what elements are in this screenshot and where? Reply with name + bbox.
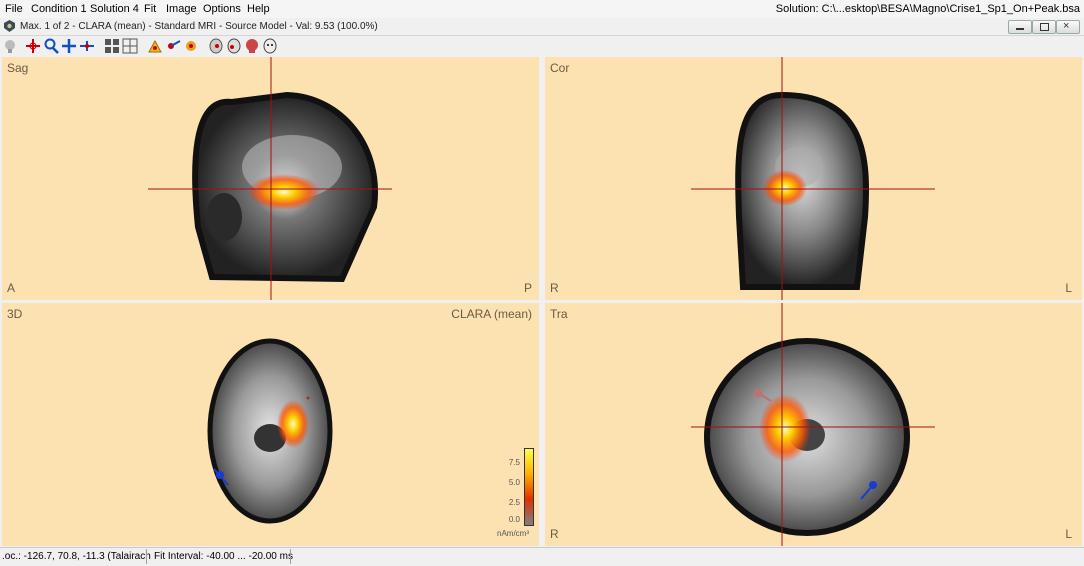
face-icon[interactable] <box>262 38 278 54</box>
status-separator <box>290 549 291 564</box>
menu-help[interactable]: Help <box>247 3 270 15</box>
fit-interval: Fit Interval: -40.00 ... -20.00 ms <box>154 551 293 562</box>
coronal-mri-image <box>691 57 935 300</box>
skull-icon[interactable] <box>244 38 260 54</box>
menu-image[interactable]: Image <box>166 3 197 15</box>
cursor-icon[interactable] <box>25 38 41 54</box>
minimize-icon <box>1016 28 1024 30</box>
toolbar <box>0 36 1084 56</box>
minimize-button[interactable] <box>1008 20 1032 34</box>
zoom-icon[interactable] <box>2 38 18 54</box>
head-icon[interactable] <box>226 38 242 54</box>
grid-icon[interactable] <box>104 38 120 54</box>
menu-solution[interactable]: Solution 4 <box>90 3 139 15</box>
coronal-view[interactable]: Cor R L <box>545 57 1082 300</box>
restore-button[interactable] <box>1032 20 1056 34</box>
colorbar-tick: 7.5 <box>508 458 520 467</box>
status-separator <box>146 549 147 564</box>
menu-bar: File Condition 1 Solution 4 Fit Image Op… <box>0 0 1084 18</box>
menu-file[interactable]: File <box>5 3 23 15</box>
window-title: Max. 1 of 2 - CLARA (mean) - Standard MR… <box>20 21 378 32</box>
window-title-bar: Max. 1 of 2 - CLARA (mean) - Standard MR… <box>0 18 1084 36</box>
solution-path: Solution: C:\...esktop\BESA\Magno\Crise1… <box>775 3 1080 15</box>
dipole-icon[interactable] <box>165 38 181 54</box>
colorbar-tick: 0.0 <box>508 515 520 524</box>
sagittal-view[interactable]: Sag A P <box>2 57 539 300</box>
transverse-view[interactable]: Tra R L <box>545 303 1082 546</box>
pan-icon[interactable] <box>79 38 95 54</box>
sagittal-mri-image <box>148 57 392 300</box>
close-button[interactable]: × <box>1056 20 1080 34</box>
mri-icon[interactable] <box>208 38 224 54</box>
three-d-view[interactable]: 3D CLARA (mean) 7.5 5.0 2.5 0.0 nAm/cm³ <box>2 303 539 546</box>
app-logo-icon <box>4 20 15 32</box>
source-icon[interactable] <box>183 38 199 54</box>
transverse-mri-image <box>691 303 935 546</box>
colorbar <box>524 448 534 526</box>
cursor-location: .oc.: -126.7, 70.8, -11.3 (Talairach <box>2 551 151 562</box>
magnify-icon[interactable] <box>43 38 59 54</box>
restore-icon <box>1040 23 1049 31</box>
colorbar-unit: nAm/cm³ <box>497 529 529 538</box>
three-d-brain-image <box>207 338 333 524</box>
fit-icon[interactable] <box>147 38 163 54</box>
layout-icon[interactable] <box>122 38 138 54</box>
move-icon[interactable] <box>61 38 77 54</box>
status-bar: .oc.: -126.7, 70.8, -11.3 (Talairach Fit… <box>0 547 1084 566</box>
menu-options[interactable]: Options <box>203 3 241 15</box>
menu-fit[interactable]: Fit <box>144 3 156 15</box>
colorbar-tick: 5.0 <box>508 478 520 487</box>
colorbar-tick: 2.5 <box>508 498 520 507</box>
close-icon: × <box>1063 20 1070 32</box>
menu-condition[interactable]: Condition 1 <box>31 3 87 15</box>
